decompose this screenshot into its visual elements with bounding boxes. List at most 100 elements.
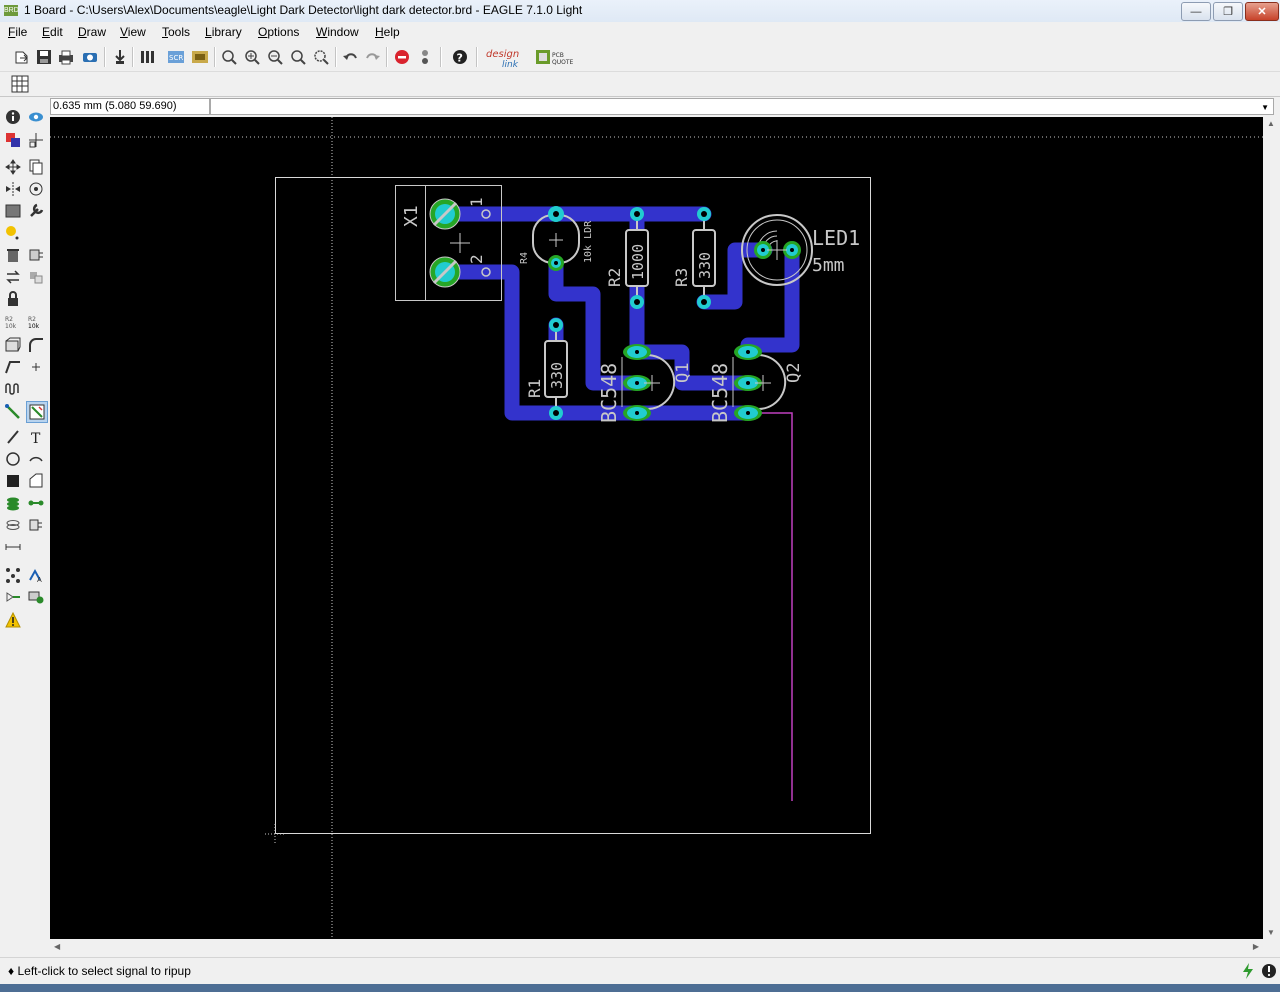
svg-text:R2: R2 <box>28 316 36 323</box>
meander-icon[interactable] <box>3 379 23 399</box>
r3-value-label: 330 <box>696 252 714 279</box>
mirror-icon[interactable] <box>3 179 23 199</box>
zoom-fit-icon[interactable] <box>219 47 239 67</box>
taskbar <box>0 984 1280 992</box>
circle-icon[interactable] <box>3 449 23 469</box>
menu-window[interactable]: Window <box>316 25 359 39</box>
menu-draw[interactable]: Draw <box>78 25 106 39</box>
svg-text:10k: 10k <box>28 323 40 330</box>
minimize-button[interactable]: — <box>1181 2 1211 21</box>
lightning-icon[interactable] <box>1240 962 1256 980</box>
undo-icon[interactable] <box>340 47 360 67</box>
display-layers-icon[interactable] <box>3 130 23 150</box>
menu-help[interactable]: Help <box>375 25 400 39</box>
ripup-icon[interactable] <box>26 401 48 423</box>
scroll-right-icon[interactable]: ▶ <box>1253 942 1259 951</box>
replace-icon[interactable] <box>26 267 46 287</box>
command-line[interactable]: ▼ <box>210 98 1274 115</box>
command-history-dropdown-icon[interactable]: ▼ <box>1261 103 1269 112</box>
menu-library[interactable]: Library <box>205 25 242 39</box>
pcb-quote-logo[interactable]: PCB QUOTE <box>536 48 576 68</box>
lock-icon[interactable] <box>3 289 23 309</box>
zoom-select-icon[interactable] <box>311 47 331 67</box>
group-icon[interactable] <box>3 201 23 221</box>
horizontal-scrollbar[interactable]: ◀ ▶ <box>50 939 1263 956</box>
toolbar-separator <box>440 47 442 67</box>
svg-text:?: ? <box>457 52 463 65</box>
move-icon[interactable] <box>3 157 23 177</box>
hole-icon[interactable] <box>3 515 23 535</box>
script-icon[interactable]: SCR <box>166 47 186 67</box>
errors-icon[interactable] <box>3 610 23 630</box>
svg-text:link: link <box>502 60 519 69</box>
rotate-icon[interactable] <box>26 179 46 199</box>
print-icon[interactable] <box>56 47 76 67</box>
use-library-icon[interactable] <box>110 47 130 67</box>
scroll-left-icon[interactable]: ◀ <box>54 942 60 951</box>
command-input[interactable] <box>211 99 1255 115</box>
stop-command-icon[interactable] <box>1261 962 1277 980</box>
split-icon[interactable] <box>3 357 23 377</box>
optimize-icon[interactable] <box>26 357 46 377</box>
attribute-icon[interactable] <box>26 515 46 535</box>
run-script-icon[interactable] <box>190 47 210 67</box>
autorouter-icon[interactable]: A <box>26 565 46 585</box>
save-icon[interactable] <box>34 47 54 67</box>
close-button[interactable]: ✕ <box>1245 2 1279 21</box>
menu-file[interactable]: File <box>8 25 27 39</box>
r1-value-label: 330 <box>548 362 566 389</box>
menu-tools[interactable]: Tools <box>162 25 190 39</box>
title-bar: BRD 1 Board - C:\Users\Alex\Documents\ea… <box>0 0 1280 23</box>
route-icon[interactable] <box>3 401 23 421</box>
erc-icon[interactable] <box>3 587 23 607</box>
menu-edit[interactable]: Edit <box>42 25 63 39</box>
drc-icon[interactable] <box>26 587 46 607</box>
pinswap-icon[interactable] <box>3 267 23 287</box>
value-icon[interactable]: R2 10k <box>26 312 46 332</box>
name-icon[interactable]: R2 10k <box>3 312 23 332</box>
arc-icon[interactable] <box>26 449 46 469</box>
miter-icon[interactable] <box>26 335 46 355</box>
stop-icon[interactable] <box>392 47 412 67</box>
redo-icon[interactable] <box>363 47 383 67</box>
redraw-icon[interactable] <box>288 47 308 67</box>
delete-icon[interactable] <box>3 245 23 265</box>
restore-button[interactable]: ❐ <box>1213 2 1243 21</box>
signal-icon[interactable] <box>26 493 46 513</box>
help-icon[interactable]: ? <box>450 47 470 67</box>
zoom-out-icon[interactable] <box>265 47 285 67</box>
q1-value-label: BC548 <box>597 363 621 423</box>
add-icon[interactable] <box>26 245 46 265</box>
board-canvas[interactable]: X1 1 2 R4 10k LDR R2 1000 R3 330 R1 330 … <box>50 117 1263 939</box>
toolbar-separator <box>335 47 337 67</box>
rect-icon[interactable] <box>3 471 23 491</box>
ulp-icon[interactable] <box>138 47 158 67</box>
menu-options[interactable]: Options <box>258 25 299 39</box>
scroll-up-icon[interactable]: ▲ <box>1267 119 1275 128</box>
scroll-down-icon[interactable]: ▼ <box>1267 928 1275 937</box>
wire-icon[interactable] <box>3 427 23 447</box>
vertical-scrollbar[interactable]: ▲ ▼ <box>1263 117 1280 939</box>
text-icon[interactable]: T <box>26 427 46 447</box>
svg-text:T: T <box>31 431 41 445</box>
grid-icon[interactable] <box>10 74 30 94</box>
paste-icon[interactable] <box>3 223 23 243</box>
info-icon[interactable] <box>3 107 23 127</box>
design-link-logo[interactable]: design link <box>484 47 530 70</box>
smash-icon[interactable] <box>3 335 23 355</box>
zoom-in-icon[interactable] <box>242 47 262 67</box>
go-icon[interactable] <box>415 47 435 67</box>
copy-icon[interactable] <box>26 157 46 177</box>
polygon-icon[interactable] <box>26 471 46 491</box>
svg-text:R2: R2 <box>5 316 13 323</box>
toolbar-separator <box>476 47 478 67</box>
show-icon[interactable] <box>26 107 46 127</box>
dimension-icon[interactable] <box>3 537 23 557</box>
ratsnest-icon[interactable] <box>3 565 23 585</box>
cam-icon[interactable] <box>80 47 100 67</box>
via-icon[interactable] <box>3 493 23 513</box>
change-icon[interactable] <box>26 201 46 221</box>
menu-view[interactable]: View <box>120 25 146 39</box>
open-icon[interactable] <box>12 47 32 67</box>
mark-icon[interactable] <box>26 130 46 150</box>
